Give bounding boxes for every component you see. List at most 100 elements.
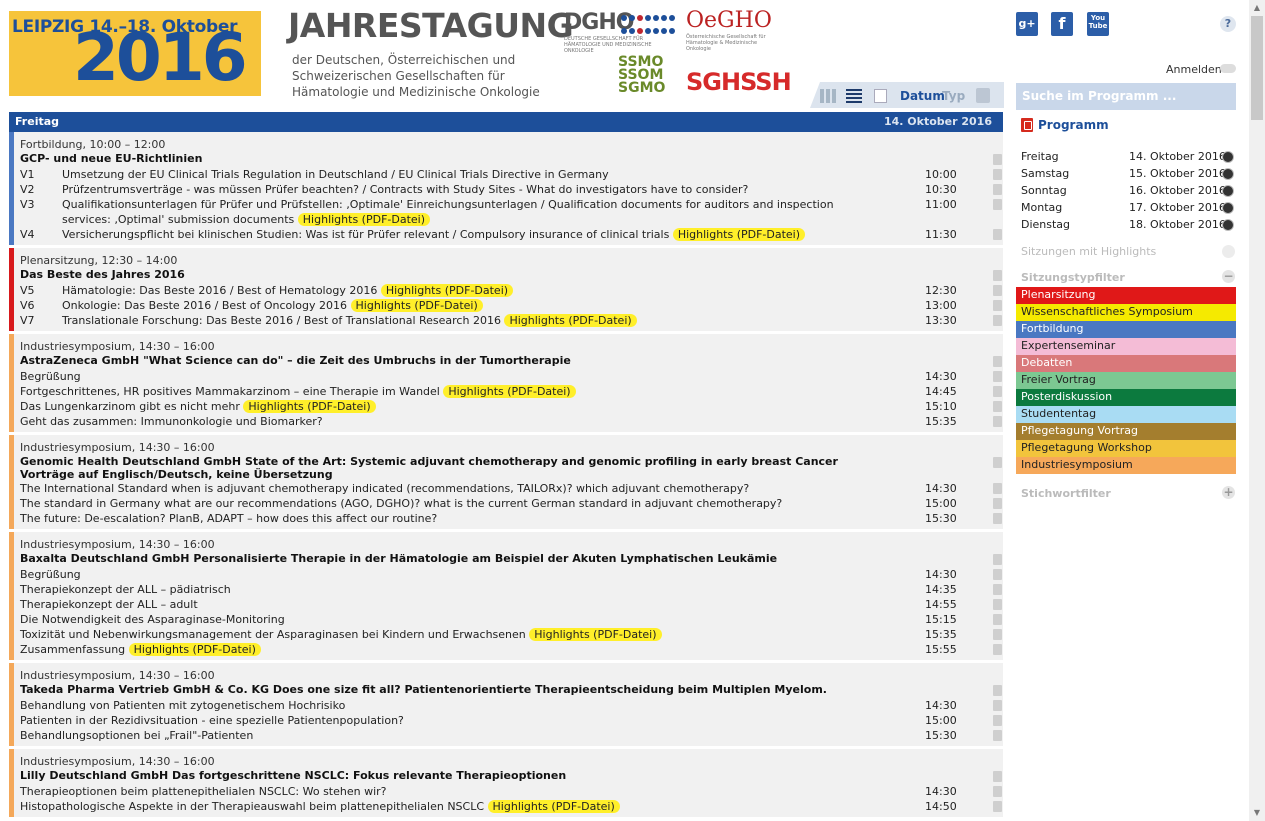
google-plus-icon[interactable]: g+	[1016, 12, 1038, 36]
highlights-filter-label[interactable]: Sitzungen mit Highlights	[1021, 245, 1156, 258]
talk-title[interactable]: Das Lungenkarzinom gibt es nicht mehr	[20, 400, 240, 413]
talk-title[interactable]: Umsetzung der EU Clinical Trials Regulat…	[62, 168, 609, 181]
talk-row[interactable]: Toxizität und Nebenwirkungsmanagement de…	[20, 627, 1003, 642]
talk-row[interactable]: Fortgeschrittenes, HR positives Mammakar…	[20, 384, 1003, 399]
talk-detail-icon[interactable]	[993, 184, 1002, 195]
day-option[interactable]: Sonntag 16. Oktober 2016	[1021, 184, 1236, 201]
highlights-pdf-link[interactable]: Highlights (PDF-Datei)	[504, 314, 637, 327]
talk-title[interactable]: Toxizität und Nebenwirkungsmanagement de…	[20, 628, 526, 641]
session-type-filter-item[interactable]: Studententag	[1016, 406, 1236, 423]
highlights-pdf-link[interactable]: Highlights (PDF-Datei)	[380, 284, 514, 297]
talk-row[interactable]: V2 Prüfzentrumsverträge - was müssen Prüf…	[20, 182, 1003, 197]
print-icon[interactable]	[976, 88, 990, 103]
day-option[interactable]: Montag 17. Oktober 2016	[1021, 201, 1236, 218]
talk-detail-icon[interactable]	[993, 386, 1002, 397]
talk-title[interactable]: Behandlung von Patienten mit zytogenetis…	[20, 699, 345, 712]
talk-row[interactable]: Therapieoptionen beim plattenepitheliale…	[20, 784, 1003, 799]
day-radio[interactable]	[1223, 169, 1233, 179]
session-type-filter-item[interactable]: Expertenseminar	[1016, 338, 1236, 355]
talk-row[interactable]: The future: De-escalation? PlanB, ADAPT …	[20, 511, 1003, 526]
talk-title[interactable]: Die Notwendigkeit des Asparaginase-Monit…	[20, 613, 285, 626]
talk-row[interactable]: The International Standard when is adjuv…	[20, 481, 1003, 496]
session-type-filter-title[interactable]: Sitzungstypfilter	[1021, 271, 1125, 284]
talk-title[interactable]: Geht das zusammen: Immunonkologie und Bi…	[20, 415, 323, 428]
highlights-pdf-link[interactable]: Highlights (PDF-Datei)	[243, 400, 376, 413]
talk-title[interactable]: Onkologie: Das Beste 2016 / Best of Onco…	[62, 299, 347, 312]
talk-detail-icon[interactable]	[993, 700, 1002, 711]
collapse-icon[interactable]: −	[1222, 270, 1235, 283]
session-detail-icon[interactable]	[993, 154, 1002, 165]
session-title[interactable]: Lilly Deutschland GmbH Das fortgeschritt…	[20, 769, 850, 782]
grid-view-icon[interactable]	[820, 89, 836, 103]
talk-row[interactable]: Begrüßung 14:30	[20, 369, 1003, 384]
talk-detail-icon[interactable]	[993, 715, 1002, 726]
talk-title[interactable]: Versicherungspflicht bei klinischen Stud…	[62, 228, 669, 241]
list-view-icon[interactable]	[846, 89, 862, 103]
day-radio[interactable]	[1223, 186, 1233, 196]
talk-detail-icon[interactable]	[993, 599, 1002, 610]
talk-title[interactable]: Begrüßung	[20, 370, 81, 383]
talk-title[interactable]: The International Standard when is adjuv…	[20, 482, 749, 495]
talk-row[interactable]: Zusammenfassung Highlights (PDF-Datei) 15…	[20, 642, 1003, 657]
talk-title[interactable]: Patienten in der Rezidivsituation - eine…	[20, 714, 404, 727]
talk-row[interactable]: Histopathologische Aspekte in der Therap…	[20, 799, 1003, 814]
talk-detail-icon[interactable]	[993, 229, 1002, 240]
session-type-filter-item[interactable]: Plenarsitzung	[1016, 287, 1236, 304]
talk-title[interactable]: Begrüßung	[20, 568, 81, 581]
search-input[interactable]: Suche im Programm ...	[1016, 83, 1236, 110]
highlights-pdf-link[interactable]: Highlights (PDF-Datei)	[297, 213, 431, 226]
talk-row[interactable]: Patienten in der Rezidivsituation - eine…	[20, 713, 1003, 728]
day-radio[interactable]	[1223, 203, 1233, 213]
talk-detail-icon[interactable]	[993, 169, 1002, 180]
highlights-pdf-link[interactable]: Highlights (PDF-Datei)	[128, 643, 261, 656]
talk-detail-icon[interactable]	[993, 498, 1002, 509]
day-radio[interactable]	[1223, 152, 1233, 162]
login-link[interactable]: Anmelden	[1166, 63, 1222, 76]
talk-detail-icon[interactable]	[993, 300, 1002, 311]
talk-detail-icon[interactable]	[993, 629, 1002, 640]
highlights-pdf-link[interactable]: Highlights (PDF-Datei)	[350, 299, 483, 312]
talk-title[interactable]: Zusammenfassung	[20, 643, 125, 656]
talk-row[interactable]: V6 Onkologie: Das Beste 2016 / Best of On…	[20, 298, 1003, 313]
talk-row[interactable]: Therapiekonzept der ALL – adult 14:55	[20, 597, 1003, 612]
talk-row[interactable]: The standard in Germany what are our rec…	[20, 496, 1003, 511]
sort-by-type-tab[interactable]: Typ	[942, 89, 965, 103]
session-type-filter-item[interactable]: Industriesymposium	[1016, 457, 1236, 474]
highlights-filter-toggle[interactable]	[1222, 245, 1235, 258]
session-detail-icon[interactable]	[993, 685, 1002, 696]
talk-title[interactable]: Translationale Forschung: Das Beste 2016…	[62, 314, 501, 327]
scroll-up-arrow-icon[interactable]: ▲	[1252, 3, 1262, 13]
talk-row[interactable]: Begrüßung 14:30	[20, 567, 1003, 582]
talk-detail-icon[interactable]	[993, 584, 1002, 595]
session-type-filter-item[interactable]: Wissenschaftliches Symposium	[1016, 304, 1236, 321]
talk-detail-icon[interactable]	[993, 513, 1002, 524]
help-icon[interactable]: ?	[1220, 16, 1236, 32]
session-type-filter-item[interactable]: Debatten	[1016, 355, 1236, 372]
session-title[interactable]: Baxalta Deutschland GmbH Personalisierte…	[20, 552, 850, 565]
talk-detail-icon[interactable]	[993, 786, 1002, 797]
talk-detail-icon[interactable]	[993, 569, 1002, 580]
page-scrollbar[interactable]: ▲ ▼	[1249, 0, 1265, 821]
session-type-filter-item[interactable]: Posterdiskussion	[1016, 389, 1236, 406]
document-view-icon[interactable]	[874, 89, 887, 103]
session-title[interactable]: Das Beste des Jahres 2016	[20, 268, 850, 281]
talk-row[interactable]: V5 Hämatologie: Das Beste 2016 / Best of …	[20, 283, 1003, 298]
oegho-logo[interactable]: OeGHO	[686, 8, 772, 33]
highlights-pdf-link[interactable]: Highlights (PDF-Datei)	[529, 628, 662, 641]
session-type-filter-item[interactable]: Fortbildung	[1016, 321, 1236, 338]
talk-row[interactable]: V1 Umsetzung der EU Clinical Trials Regul…	[20, 167, 1003, 182]
talk-row[interactable]: V3 Qualifikationsunterlagen für Prüfer un…	[20, 197, 1003, 227]
session-detail-icon[interactable]	[993, 771, 1002, 782]
scroll-down-arrow-icon[interactable]: ▼	[1252, 808, 1262, 818]
keyword-filter-title[interactable]: Stichwortfilter	[1021, 487, 1111, 500]
youtube-icon[interactable]: You Tube	[1087, 12, 1109, 36]
scroll-thumb[interactable]	[1251, 16, 1263, 120]
session-type-filter-item[interactable]: Freier Vortrag	[1016, 372, 1236, 389]
facebook-icon[interactable]: f	[1051, 12, 1073, 36]
talk-detail-icon[interactable]	[993, 416, 1002, 427]
highlights-pdf-link[interactable]: Highlights (PDF-Datei)	[443, 385, 576, 398]
highlights-pdf-link[interactable]: Highlights (PDF-Datei)	[487, 800, 620, 813]
sghssh-logo[interactable]: SGHSSH	[686, 68, 792, 96]
session-detail-icon[interactable]	[993, 356, 1002, 367]
talk-row[interactable]: V7 Translationale Forschung: Das Beste 20…	[20, 313, 1003, 328]
